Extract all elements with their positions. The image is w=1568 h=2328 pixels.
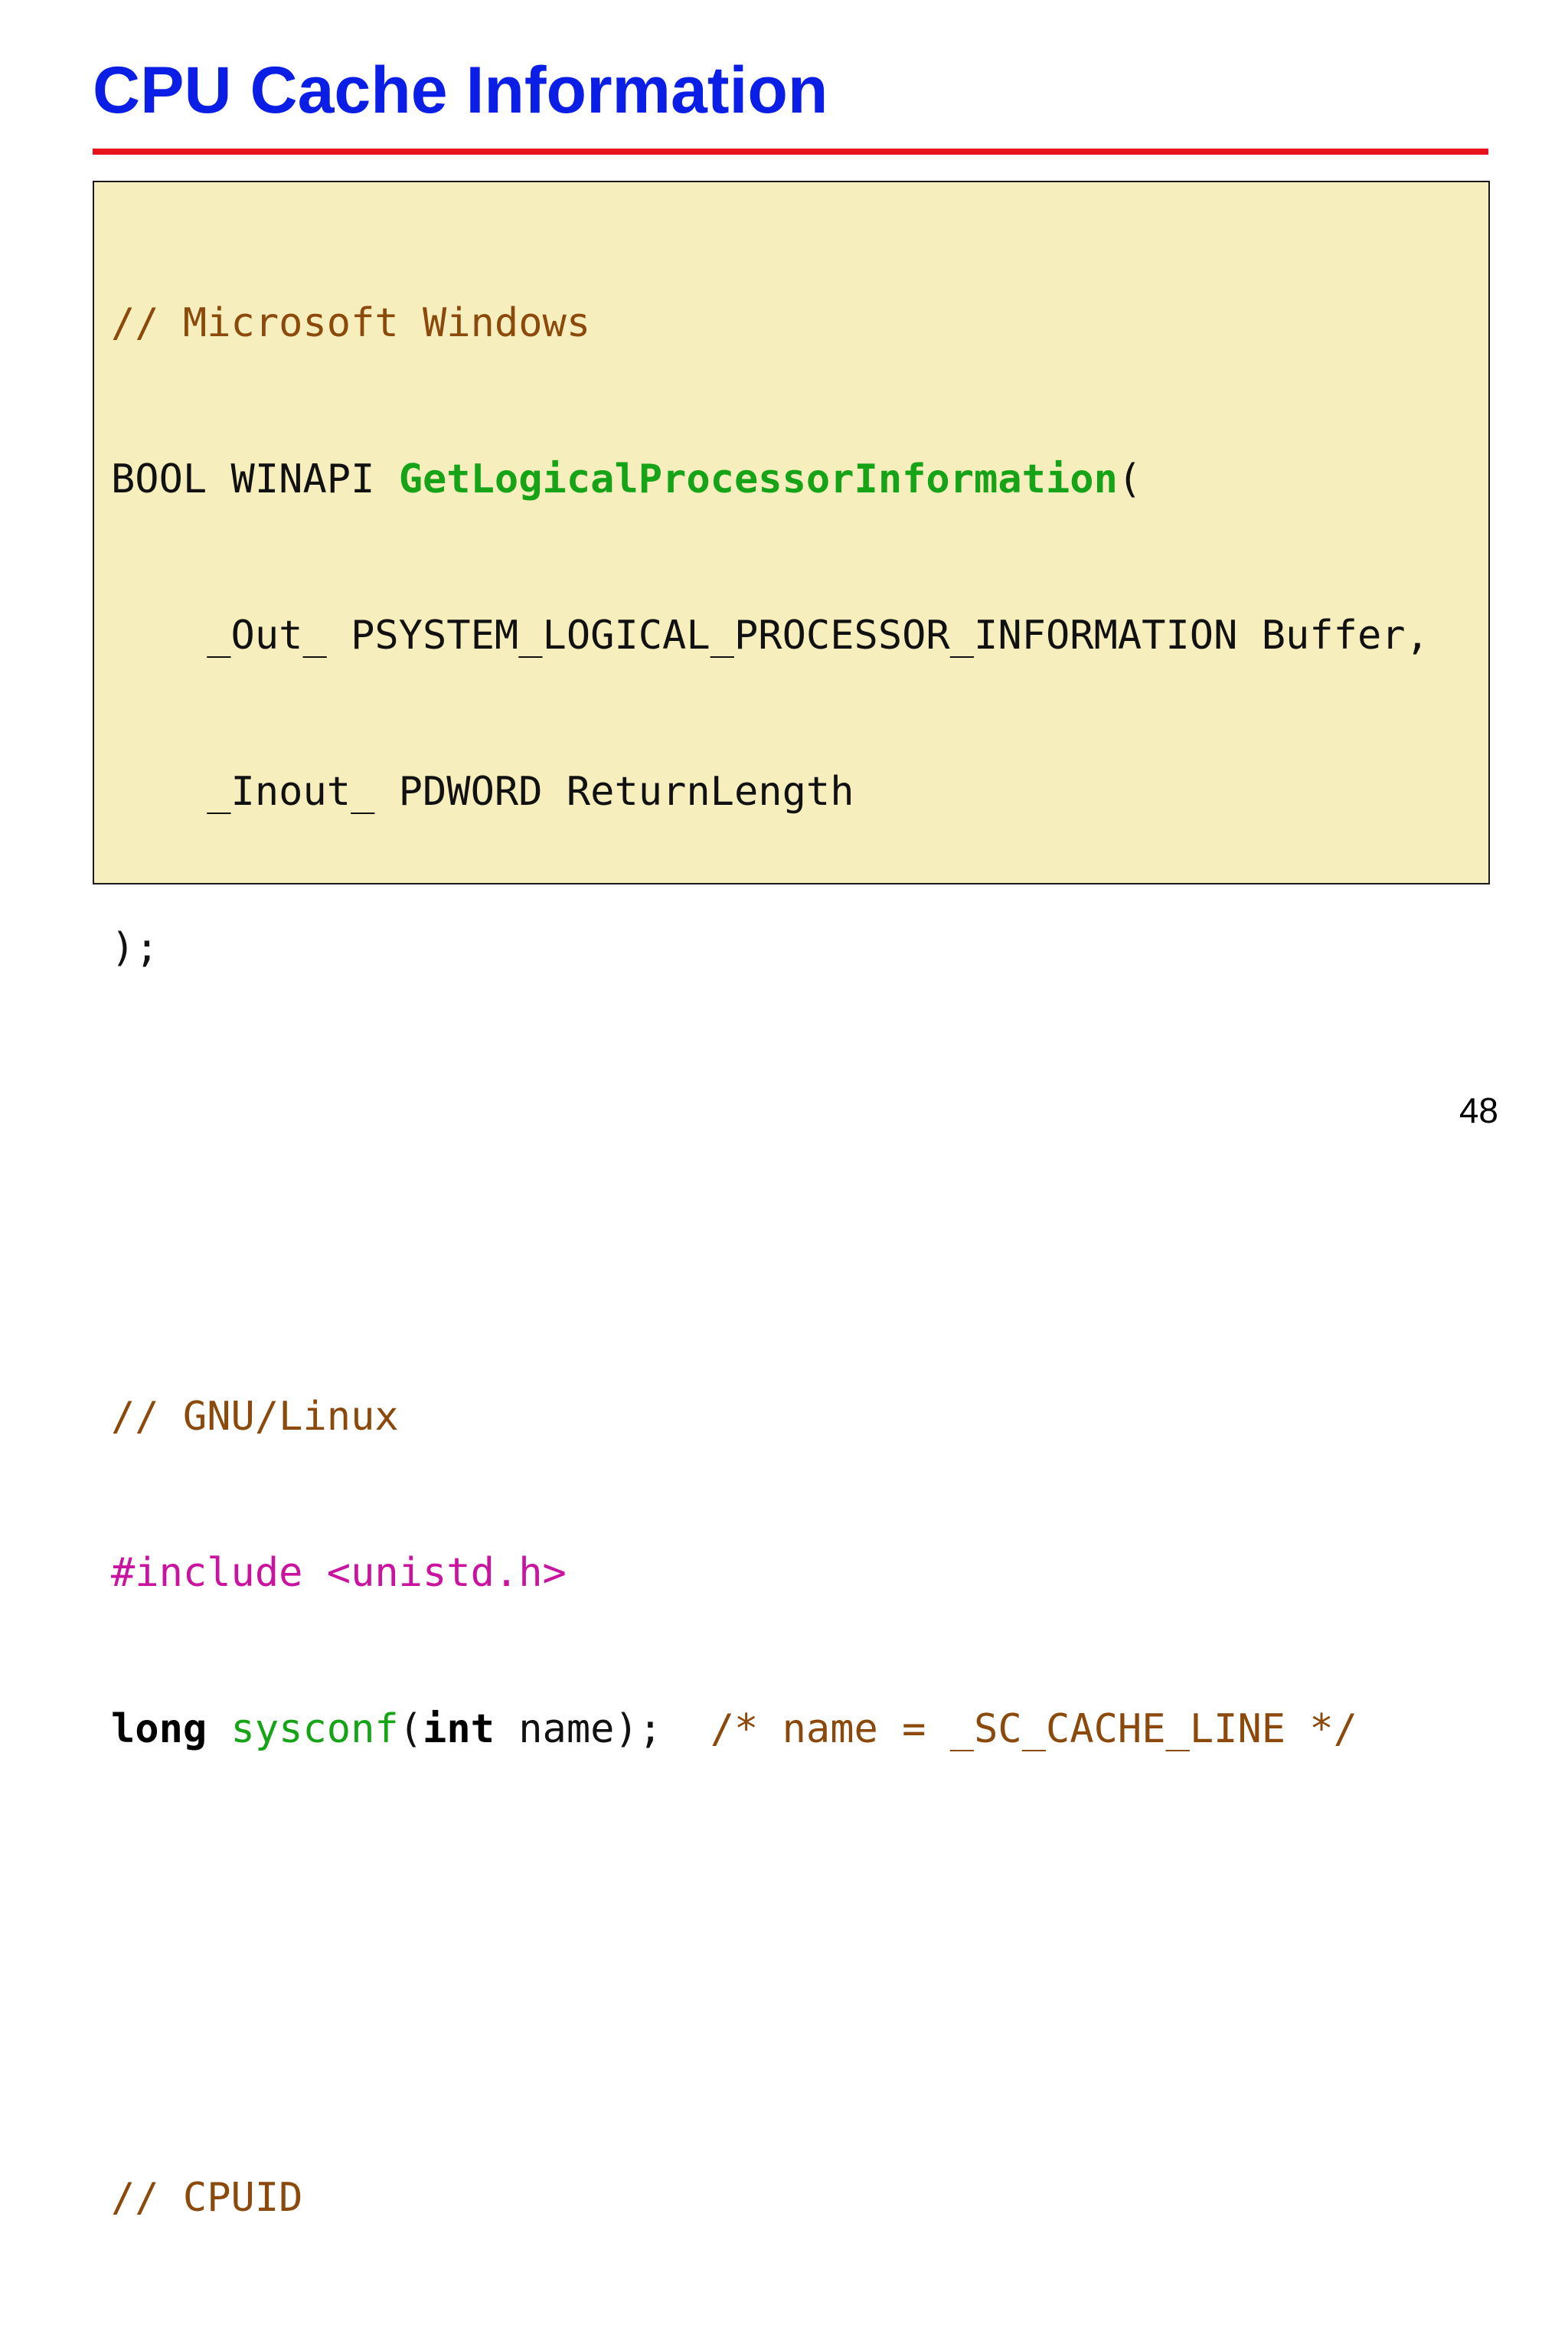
code-line-linux-include: #include <unistd.h> [111,1547,1429,1599]
code-listing: // Microsoft Windows BOOL WINAPI GetLogi… [111,193,1429,2328]
windows-param-buffer: _Out_ PSYSTEM_LOGICAL_PROCESSOR_INFORMAT… [111,613,1429,659]
code-line-windows-signature: BOOL WINAPI GetLogicalProcessorInformati… [111,453,1429,505]
code-line-windows-comment: // Microsoft Windows [111,297,1429,349]
windows-param-length: _Inout_ PDWORD ReturnLength [111,769,854,815]
code-block: // Microsoft Windows BOOL WINAPI GetLogi… [93,181,1490,2221]
code-line-linux-comment: // GNU/Linux [111,1391,1429,1443]
linux-include-directive: #include <unistd.h> [111,1550,567,1596]
title-divider [93,149,1488,155]
windows-function-name: GetLogicalProcessorInformation [398,456,1118,502]
linux-param-rest: name); [494,1706,710,1752]
linux-return-type: long [111,1706,207,1752]
code-line-windows-param-length: _Inout_ PDWORD ReturnLength [111,766,1429,818]
linux-param-type: int [423,1706,495,1752]
slide-title: CPU Cache Information [93,54,828,127]
page-number: 48 [1459,1090,1498,1130]
code-line-windows-close: ); [111,922,1429,974]
windows-return-type: BOOL WINAPI [111,456,399,502]
code-line-linux-sysconf: long sysconf(int name); /* name = _SC_CA… [111,1703,1429,1755]
code-line-windows-param-buffer: _Out_ PSYSTEM_LOGICAL_PROCESSOR_INFORMAT… [111,610,1429,662]
linux-trailing-comment: /* name = _SC_CACHE_LINE */ [710,1706,1357,1752]
cpuid-comment: // CPUID [111,2175,303,2221]
code-line-cpuid-comment: // CPUID [111,2172,1429,2224]
linux-comment: // GNU/Linux [111,1394,399,1440]
linux-function-name: sysconf [230,1706,399,1752]
windows-open-paren: ( [1117,456,1142,502]
windows-comment: // Microsoft Windows [111,300,591,346]
linux-open-paren: ( [398,1706,423,1752]
windows-close-paren: ); [111,925,159,971]
